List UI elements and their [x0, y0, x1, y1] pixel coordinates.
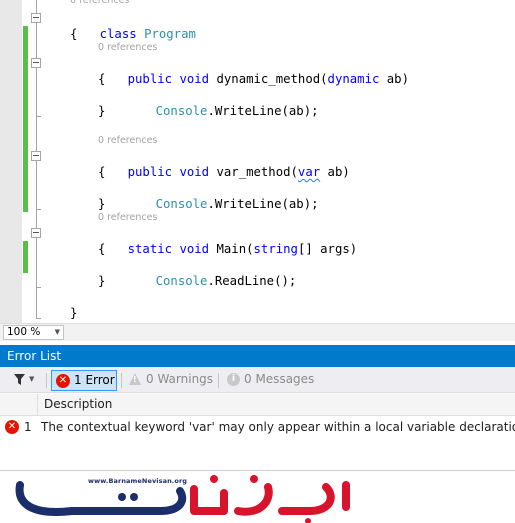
site-logo: www.BarnameNevisan.org — [0, 471, 515, 523]
collapse-main-icon[interactable] — [31, 228, 41, 238]
codelens-references[interactable]: 0 references — [98, 42, 157, 54]
messages-count-label: 0 Messages — [244, 372, 315, 386]
outline-end — [36, 318, 41, 319]
codelens-references[interactable]: 0 references — [98, 212, 157, 224]
error-icon: ✕ — [56, 374, 70, 388]
warnings-count-label: 0 Warnings — [146, 372, 214, 386]
zoom-value: 100 % — [7, 326, 41, 338]
keyword-var-error[interactable]: var — [298, 165, 320, 179]
change-marker — [23, 241, 28, 273]
collapse-var-method-icon[interactable] — [31, 151, 41, 161]
warning-icon: ! — [129, 373, 141, 385]
outline-end — [36, 287, 41, 288]
keyword-public: public — [127, 72, 173, 86]
error-list-header: Description — [0, 394, 515, 416]
code-line-close-brace: } — [70, 306, 78, 320]
param-text: ab) — [320, 165, 350, 179]
class-name: Program — [144, 27, 196, 41]
error-row[interactable]: ✕ 1 The contextual keyword 'var' may onl… — [0, 417, 515, 437]
outline-end — [36, 209, 41, 210]
outline-end — [36, 116, 41, 117]
keyword-public: public — [127, 165, 173, 179]
type-console: Console — [155, 104, 208, 118]
keyword-string: string — [253, 242, 298, 256]
error-list-panel: Error List ▼ ✕ 1 Error ! 0 Warnings i 0 … — [0, 341, 515, 471]
error-description: The contextual keyword 'var' may only ap… — [41, 420, 515, 434]
chevron-down-icon: ▼ — [54, 328, 60, 336]
column-header-description[interactable]: Description — [44, 394, 112, 415]
editor-status-bar: 100 % ▼ — [0, 323, 515, 341]
warnings-filter-button[interactable]: ! 0 Warnings — [127, 370, 213, 391]
toolbar-separator — [46, 373, 47, 388]
method-name: dynamic_method( — [216, 72, 328, 86]
collapse-dynamic-method-icon[interactable] — [31, 58, 41, 68]
codelens-references[interactable]: 0 references — [70, 0, 129, 7]
logo-artwork — [15, 475, 350, 523]
type-console: Console — [155, 274, 208, 288]
filter-dropdown-button[interactable]: ▼ — [10, 370, 42, 391]
codelens-references[interactable]: 0 references — [98, 135, 157, 147]
errors-count-label: 1 Error — [74, 373, 115, 387]
call-text: .WriteLine(ab); — [207, 197, 319, 211]
keyword-void: void — [179, 165, 210, 179]
keyword-class: class — [99, 27, 137, 41]
messages-filter-button[interactable]: i 0 Messages — [225, 370, 314, 391]
chevron-down-icon: ▼ — [29, 375, 35, 383]
zoom-dropdown[interactable]: 100 % ▼ — [3, 325, 64, 340]
error-list-toolbar: ▼ ✕ 1 Error ! 0 Warnings i 0 Messages — [0, 367, 515, 393]
call-text: .ReadLine(); — [207, 274, 297, 288]
code-line-close-brace: } — [98, 104, 106, 118]
param-text: ab) — [379, 72, 409, 86]
errors-filter-button[interactable]: ✕ 1 Error — [51, 370, 117, 391]
editor-gutter — [0, 0, 22, 323]
error-list-title[interactable]: Error List — [0, 345, 515, 367]
collapse-class-icon[interactable] — [31, 13, 41, 23]
filter-icon — [14, 374, 25, 385]
keyword-void: void — [179, 72, 210, 86]
code-line-close-brace: } — [98, 197, 106, 211]
code-line-open-brace: { — [98, 242, 106, 256]
error-icon: ✕ — [5, 420, 19, 434]
info-icon: i — [227, 373, 240, 386]
toolbar-separator — [218, 373, 219, 388]
code-line-writeline: Console.WriteLine(ab); — [126, 87, 319, 135]
code-line-open-brace: { — [98, 165, 106, 179]
keyword-void: void — [179, 242, 210, 256]
keyword-static: static — [127, 242, 173, 256]
change-marker — [23, 26, 28, 212]
method-name: Main( — [216, 242, 254, 256]
call-text: .WriteLine(ab); — [207, 104, 319, 118]
column-header-icon[interactable] — [0, 394, 38, 415]
code-line-close-brace: } — [98, 274, 106, 288]
code-line-readline: Console.ReadLine(); — [126, 257, 297, 305]
code-line-open-brace: { — [70, 27, 78, 41]
method-name: var_method( — [216, 165, 298, 179]
code-editor[interactable]: 0 references class Program { 0 reference… — [0, 0, 515, 323]
param-text: [] args) — [297, 242, 358, 256]
error-number: 1 — [24, 420, 32, 434]
keyword-dynamic: dynamic — [327, 72, 380, 86]
type-console: Console — [155, 197, 208, 211]
toolbar-separator — [121, 373, 122, 388]
code-line-open-brace: { — [98, 72, 106, 86]
